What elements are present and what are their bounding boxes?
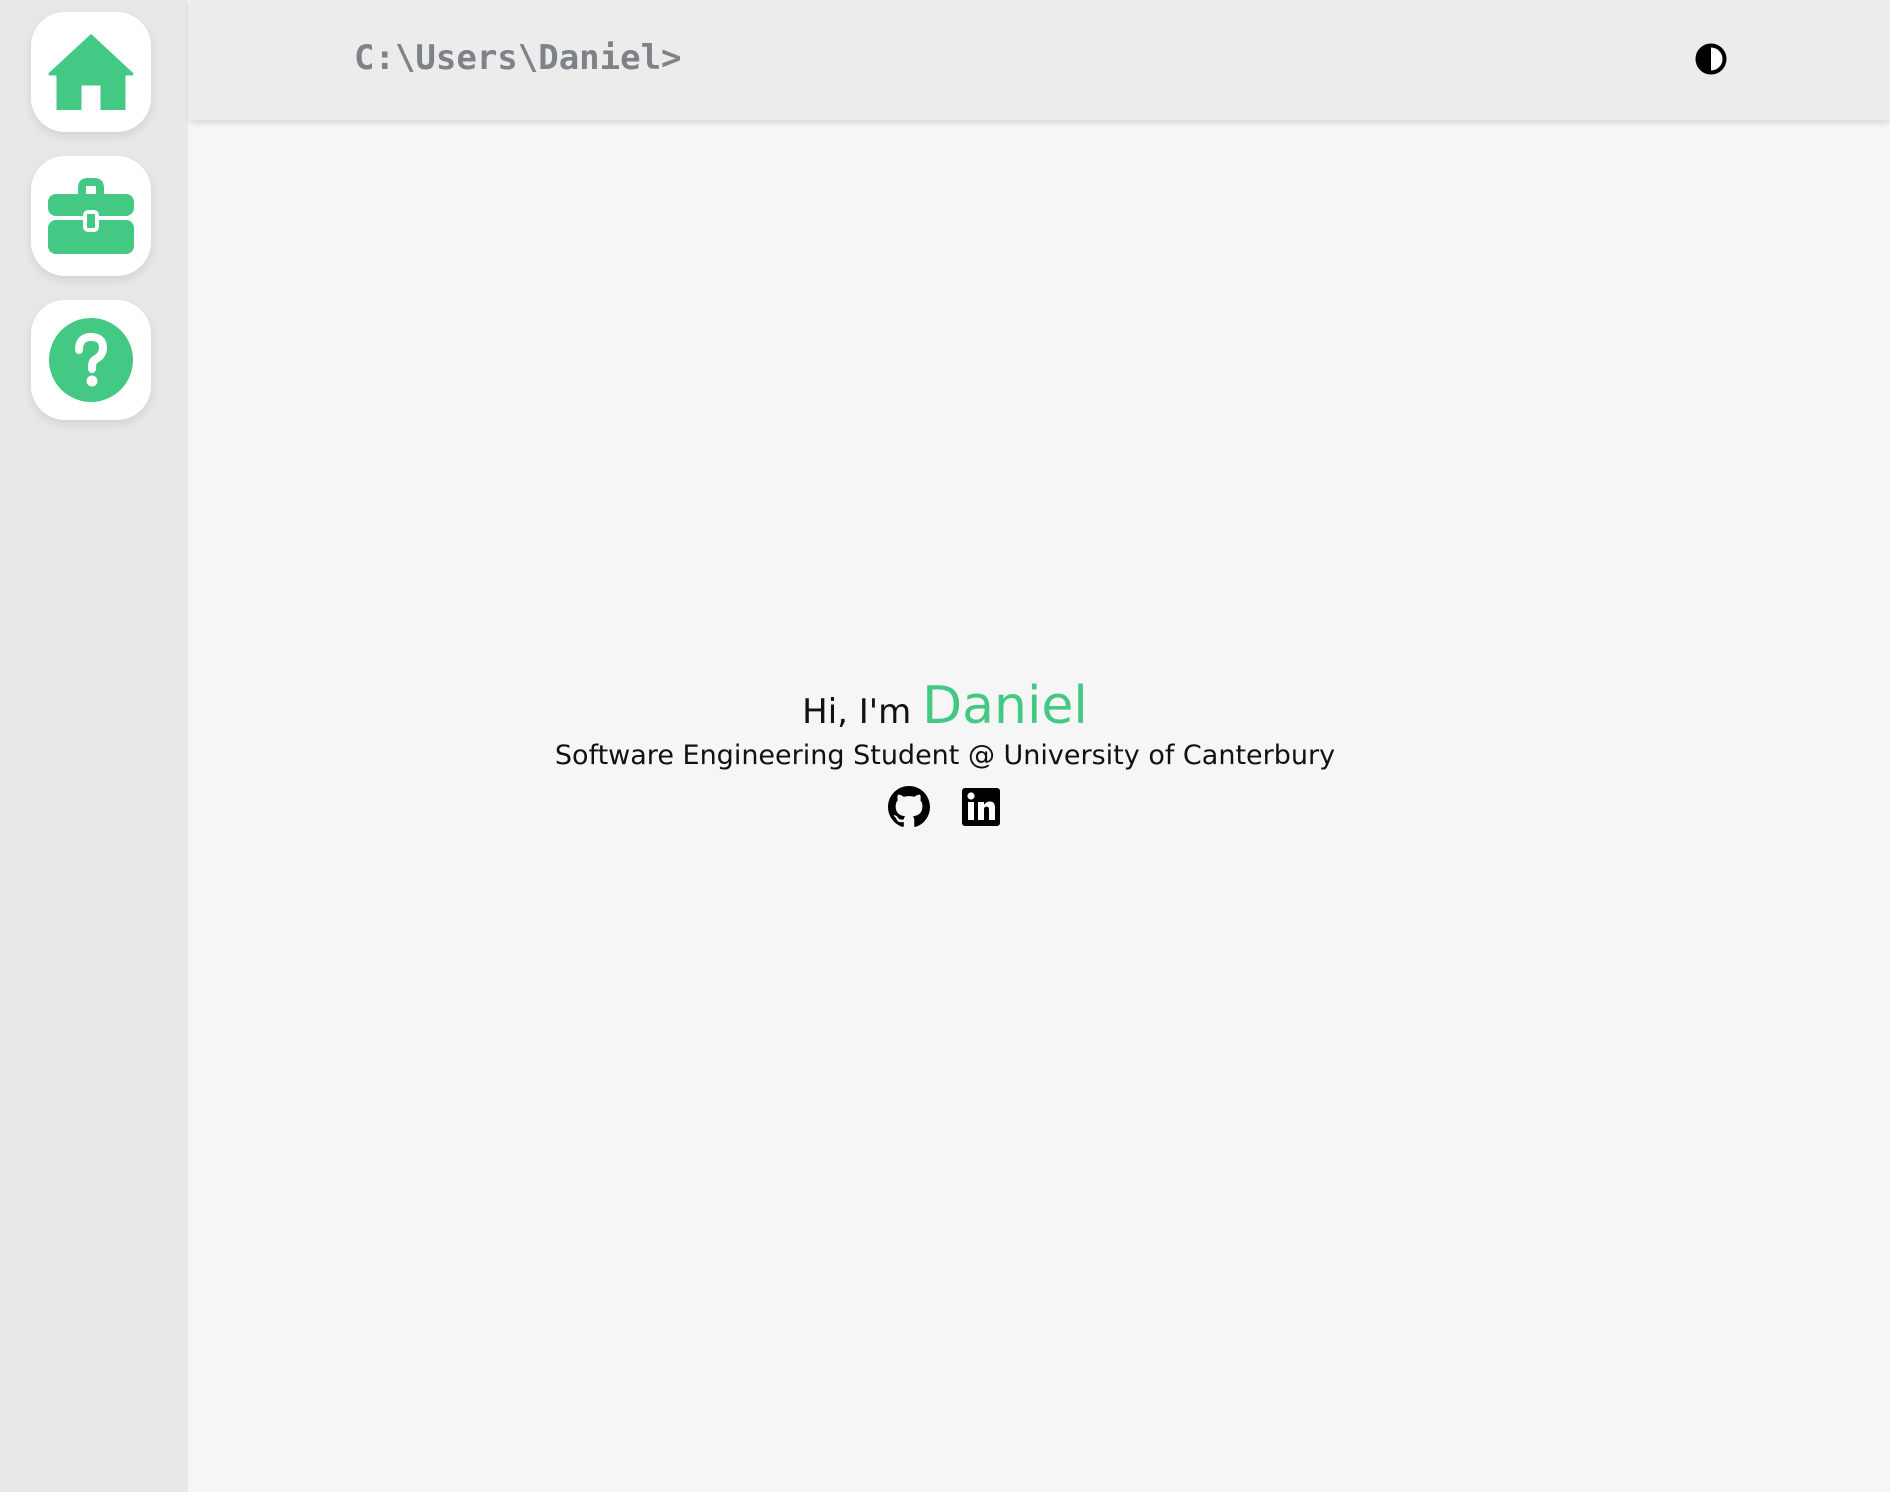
- sidebar: [0, 0, 188, 1492]
- linkedin-icon: [962, 788, 1000, 826]
- theme-toggle-button[interactable]: [1695, 43, 1727, 75]
- greeting: Hi, I'm Daniel: [190, 676, 1700, 736]
- github-link[interactable]: [888, 786, 930, 828]
- github-icon: [888, 786, 930, 827]
- nav-work-button[interactable]: [31, 156, 151, 276]
- hero-name: Daniel: [922, 676, 1088, 736]
- nav-help-button[interactable]: [31, 300, 151, 420]
- linkedin-link[interactable]: [960, 786, 1002, 828]
- top-bar: C:\Users\Daniel>: [190, 0, 1890, 120]
- briefcase-icon: [48, 178, 134, 254]
- greeting-prefix: Hi, I'm: [802, 692, 912, 732]
- contrast-icon: [1695, 43, 1727, 75]
- hero-section: Hi, I'm Daniel Software Engineering Stud…: [190, 676, 1700, 828]
- nav-home-button[interactable]: [31, 12, 151, 132]
- terminal-prompt: C:\Users\Daniel>: [354, 38, 682, 78]
- hero-subtitle: Software Engineering Student @ Universit…: [554, 740, 1336, 771]
- house-icon: [48, 34, 134, 110]
- question-circle-icon: [49, 318, 133, 402]
- social-links: [190, 786, 1700, 828]
